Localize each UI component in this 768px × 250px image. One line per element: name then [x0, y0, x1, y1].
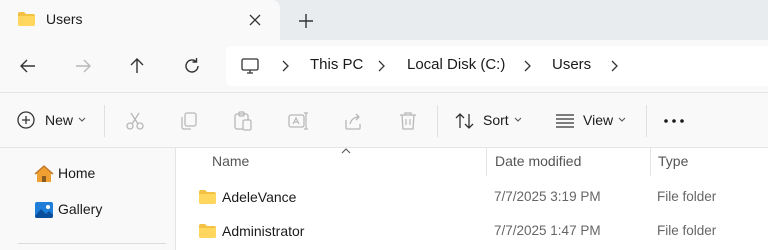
share-icon[interactable] [342, 110, 364, 132]
chevron-right-icon[interactable] [607, 58, 621, 74]
nav-divider [18, 243, 166, 244]
table-row[interactable]: Administrator 7/7/2025 1:47 PM File fold… [176, 216, 768, 248]
delete-icon[interactable] [397, 110, 419, 132]
tab-users[interactable]: Users [0, 0, 280, 40]
table-row[interactable]: AdeleVance 7/7/2025 3:19 PM File folder [176, 182, 768, 214]
chevron-down-icon [618, 117, 626, 122]
sort-label: Sort [483, 112, 509, 128]
chevron-down-icon [514, 117, 522, 122]
plus-circle-icon [17, 111, 35, 129]
breadcrumb-local-disk[interactable]: Local Disk (C:) [407, 56, 505, 73]
nav-label-gallery: Gallery [58, 201, 103, 217]
file-type: File folder [657, 223, 717, 238]
sort-icon [455, 113, 474, 129]
tab-title: Users [46, 11, 83, 27]
view-list-icon [556, 114, 574, 128]
file-type: File folder [657, 189, 717, 204]
chevron-right-icon[interactable] [520, 58, 534, 74]
cut-icon[interactable] [124, 110, 146, 132]
forward-arrow-icon[interactable] [71, 54, 95, 78]
navigation-pane: Home Gallery [0, 148, 176, 250]
close-icon[interactable] [244, 9, 266, 31]
nav-item-gallery[interactable]: Gallery [34, 198, 164, 222]
column-divider[interactable] [650, 148, 651, 176]
view-label: View [583, 112, 614, 128]
folder-icon [199, 224, 216, 238]
gallery-icon [35, 202, 53, 218]
refresh-icon[interactable] [180, 54, 204, 78]
home-icon [34, 165, 54, 182]
chevron-right-icon[interactable] [278, 58, 292, 74]
column-header-type[interactable]: Type [658, 153, 688, 169]
view-button[interactable]: View [550, 93, 634, 149]
command-bar: New Sort View [0, 92, 768, 148]
separator [104, 105, 105, 137]
nav-item-home[interactable]: Home [34, 162, 164, 186]
separator [437, 105, 438, 137]
folder-icon [199, 190, 216, 204]
nav-label-home: Home [58, 165, 96, 181]
column-header-date-modified[interactable]: Date modified [495, 153, 581, 169]
new-tab-icon[interactable] [294, 9, 318, 33]
column-divider[interactable] [486, 148, 487, 176]
rename-icon[interactable] [287, 110, 309, 132]
breadcrumb-this-pc[interactable]: This PC [310, 56, 363, 73]
file-name: AdeleVance [222, 189, 297, 205]
copy-icon[interactable] [178, 110, 200, 132]
folder-icon [18, 12, 35, 26]
address-bar[interactable]: This PC Local Disk (C:) Users [226, 46, 768, 86]
tab-strip: Users [0, 0, 768, 40]
column-header-name[interactable]: Name [212, 153, 249, 169]
file-name: Administrator [222, 223, 305, 239]
new-button[interactable]: New [10, 93, 94, 149]
more-options-icon[interactable] [662, 117, 686, 125]
up-arrow-icon[interactable] [125, 54, 149, 78]
file-date-modified: 7/7/2025 3:19 PM [494, 189, 601, 204]
this-pc-icon [241, 58, 259, 74]
file-list: Name Date modified Type AdeleVance 7/7/2… [176, 148, 768, 250]
sort-ascending-icon [341, 148, 351, 154]
new-label: New [45, 112, 74, 128]
breadcrumb-users[interactable]: Users [552, 56, 591, 73]
back-arrow-icon[interactable] [16, 54, 40, 78]
chevron-down-icon [78, 117, 86, 122]
navigation-bar: This PC Local Disk (C:) Users [0, 40, 768, 92]
chevron-right-icon[interactable] [374, 58, 388, 74]
sort-button[interactable]: Sort [450, 93, 534, 149]
paste-icon[interactable] [232, 110, 254, 132]
file-date-modified: 7/7/2025 1:47 PM [494, 223, 601, 238]
separator [646, 105, 647, 137]
